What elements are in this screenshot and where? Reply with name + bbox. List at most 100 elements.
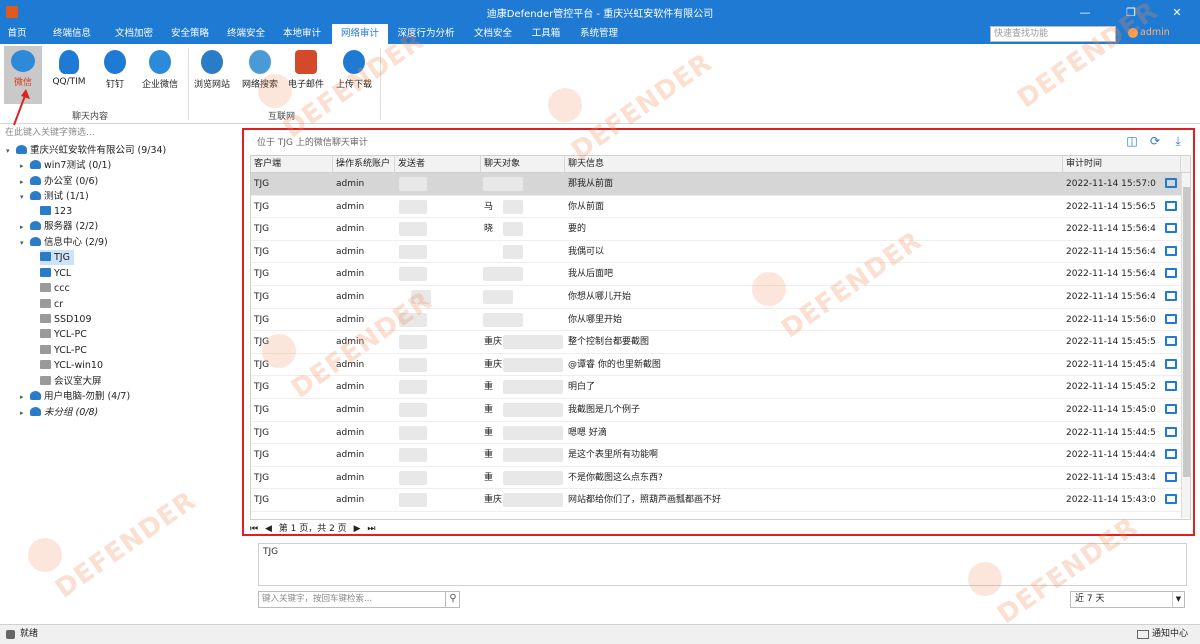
dingtalk-button[interactable]: 钉钉 (94, 46, 136, 106)
first-page-icon[interactable]: ⏮ (250, 521, 258, 537)
monitor-icon[interactable] (1165, 404, 1177, 414)
column-header[interactable]: 聊天信息 (565, 156, 1063, 173)
table-cell: TJG (254, 405, 270, 415)
tab-doc-security[interactable]: 文档安全 (464, 24, 522, 44)
table-row[interactable]: TJG admin 重嗯嗯 好滴 2022-11-14 15:44:53 (251, 422, 1181, 445)
tab-terminal-security[interactable]: 终端安全 (216, 24, 276, 44)
tab-deep-behavior[interactable]: 深度行为分析 (392, 24, 460, 44)
table-row[interactable]: TJG admin 晓 要的 2022-11-14 15:56:49 (251, 218, 1181, 241)
tab-security-policy[interactable]: 安全策略 (160, 24, 220, 44)
browse-web-button[interactable]: 浏览网站 (190, 46, 234, 106)
table-row[interactable]: TJG admin 重明白了 2022-11-14 15:45:26 (251, 376, 1181, 399)
dingtalk-label: 钉钉 (105, 80, 124, 90)
close-icon[interactable]: ✕ (1154, 0, 1200, 24)
tree-node[interactable]: 123 (40, 204, 72, 219)
upload-download-button[interactable]: 上传下载 (332, 46, 376, 106)
tree-node[interactable]: SSD109 (40, 312, 92, 327)
email-button[interactable]: 电子邮件 (284, 46, 328, 106)
next-page-icon[interactable]: ▶ (354, 521, 361, 537)
last-page-icon[interactable]: ⏭ (367, 521, 375, 537)
tree-node[interactable]: ▾ 测试 (1/1) (20, 189, 89, 204)
tree-node[interactable]: YCL-win10 (40, 358, 103, 373)
monitor-icon[interactable] (1165, 268, 1177, 279)
column-header[interactable]: 聊天对象 (481, 156, 565, 173)
table-row[interactable]: TJG admin 重庆 网站都给你们了，照葫芦画瓢都画不好 2022-11-14 15… (251, 489, 1181, 512)
table-row[interactable]: TJG admin 重庆 @谭睿 你的也里新截图 2022-11-14 15:45:48 (251, 354, 1181, 377)
user-menu[interactable]: admin (1140, 27, 1170, 38)
monitor-icon[interactable] (1165, 313, 1177, 324)
tree-node[interactable]: ▸ 服务器 (2/2) (20, 219, 98, 234)
monitor-icon[interactable] (1165, 381, 1177, 392)
tree-node[interactable]: YCL-PC (40, 327, 87, 342)
tree-node[interactable]: ▸ 办公室 (0/6) (20, 174, 98, 189)
tab-local-audit[interactable]: 本地审计 (272, 24, 332, 44)
monitor-icon[interactable] (1165, 223, 1177, 234)
table-row[interactable]: TJG admin 我偶可以 2022-11-14 15:56:45 (251, 241, 1181, 264)
tree-node[interactable]: ▾ 重庆兴虹安软件有限公司 (9/34) (6, 143, 166, 158)
column-header[interactable]: 发送者 (395, 156, 481, 173)
table-row[interactable]: TJG admin 重庆 整个控制台都要截图 2022-11-14 15:45:59 (251, 331, 1181, 354)
monitor-icon[interactable] (1165, 200, 1177, 211)
monitor-icon[interactable] (1165, 426, 1177, 437)
wecom-button[interactable]: 企业微信 (136, 46, 184, 106)
table-row[interactable]: TJG admin 重不是你截图这么点东西? 2022-11-14 15:43:46 (251, 467, 1181, 490)
keyword-search-input[interactable]: 键入关键字，按回车键检索... (258, 591, 460, 608)
table-row[interactable]: TJG admin 重是这个表里所有功能啊 2022-11-14 15:44:48 (251, 444, 1181, 467)
tree-node[interactable]: cr (40, 297, 63, 312)
table-row[interactable]: TJG admin 重我截图是几个例子 2022-11-14 15:45:06 (251, 399, 1181, 422)
redaction-blur (503, 403, 563, 417)
table-cell: 2022-11-14 15:56:43 (1066, 292, 1156, 302)
monitor-icon[interactable] (1165, 494, 1177, 505)
time-range-select[interactable]: 近 7 天 ▼ (1070, 591, 1185, 608)
column-header[interactable]: 审计时间 (1063, 156, 1181, 173)
table-row[interactable]: TJG admin 我从后面吧 2022-11-14 15:56:44 (251, 263, 1181, 286)
tree-node-selected[interactable]: TJG (40, 250, 74, 265)
table-row[interactable]: TJG admin 那我从前面 2022-11-14 15:57:03 (251, 173, 1181, 196)
tree-node[interactable]: 会议室大屏 (40, 374, 102, 389)
monitor-icon[interactable] (1165, 471, 1177, 482)
column-header[interactable]: 客户端 (251, 156, 333, 173)
tab-terminal-info[interactable]: 终端信息 (42, 24, 102, 44)
tree-filter-input[interactable]: 在此键入关键字筛选... (0, 126, 240, 140)
table-row[interactable]: TJG admin 马 你从前面 2022-11-14 15:56:50 (251, 196, 1181, 219)
chevron-down-icon[interactable]: ▼ (1172, 592, 1184, 607)
monitor-icon[interactable] (1165, 291, 1177, 301)
vertical-scrollbar[interactable] (1181, 173, 1190, 518)
table-row[interactable]: TJG admin 你从哪里开始 2022-11-14 15:56:00 (251, 309, 1181, 332)
tab-system-manage[interactable]: 系统管理 (570, 24, 628, 44)
tab-home[interactable]: 首页 (0, 24, 34, 44)
monitor-icon[interactable] (1165, 449, 1177, 460)
qq-button[interactable]: QQ/TIM (48, 46, 90, 106)
tab-doc-encrypt[interactable]: 文档加密 (104, 24, 164, 44)
monitor-icon[interactable] (1165, 358, 1177, 369)
refresh-icon[interactable]: ⟳ (1148, 134, 1162, 148)
notification-center-link[interactable]: 通知中心 (1152, 625, 1188, 643)
column-header[interactable]: 操作系统账户 (333, 156, 395, 173)
quick-search-input[interactable]: 快速查找功能 (990, 26, 1116, 42)
export-icon[interactable]: ⤓ (1171, 134, 1185, 148)
monitor-icon[interactable] (1165, 245, 1177, 256)
tree-node[interactable]: YCL (40, 266, 71, 281)
table-cell: admin (336, 292, 365, 302)
prev-page-icon[interactable]: ◀ (265, 521, 272, 537)
monitor-icon[interactable] (1165, 336, 1177, 347)
computer-icon (40, 268, 51, 277)
table-row[interactable]: TJG admin 你想从哪儿开始 2022-11-14 15:56:43 (251, 286, 1181, 309)
minimize-icon[interactable]: — (1062, 0, 1108, 24)
search-icon[interactable]: ⚲ (445, 591, 460, 608)
tree-node[interactable]: ▸ 用户电脑-勿删 (4/7) (20, 389, 130, 404)
table-cell: TJG (254, 292, 270, 302)
tab-network-audit[interactable]: 网络审计 (332, 24, 388, 44)
web-search-button[interactable]: 网络搜索 (238, 46, 282, 106)
table-cell: admin (336, 382, 365, 393)
tree-node[interactable]: YCL-PC (40, 343, 87, 358)
tree-node[interactable]: ▾ 信息中心 (2/9) (20, 235, 108, 250)
tab-toolbox[interactable]: 工具箱 (524, 24, 568, 44)
tree-node[interactable]: ▸ win7测试 (0/1) (20, 158, 111, 173)
columns-icon[interactable]: ◫ (1125, 134, 1139, 148)
tree-node[interactable]: ccc (40, 281, 70, 296)
restore-icon[interactable]: ❐ (1108, 0, 1154, 24)
monitor-icon[interactable] (1165, 178, 1177, 188)
tree-node[interactable]: ▸ 未分组 (0/8) (20, 405, 98, 420)
scrollbar-thumb[interactable] (1183, 187, 1190, 477)
